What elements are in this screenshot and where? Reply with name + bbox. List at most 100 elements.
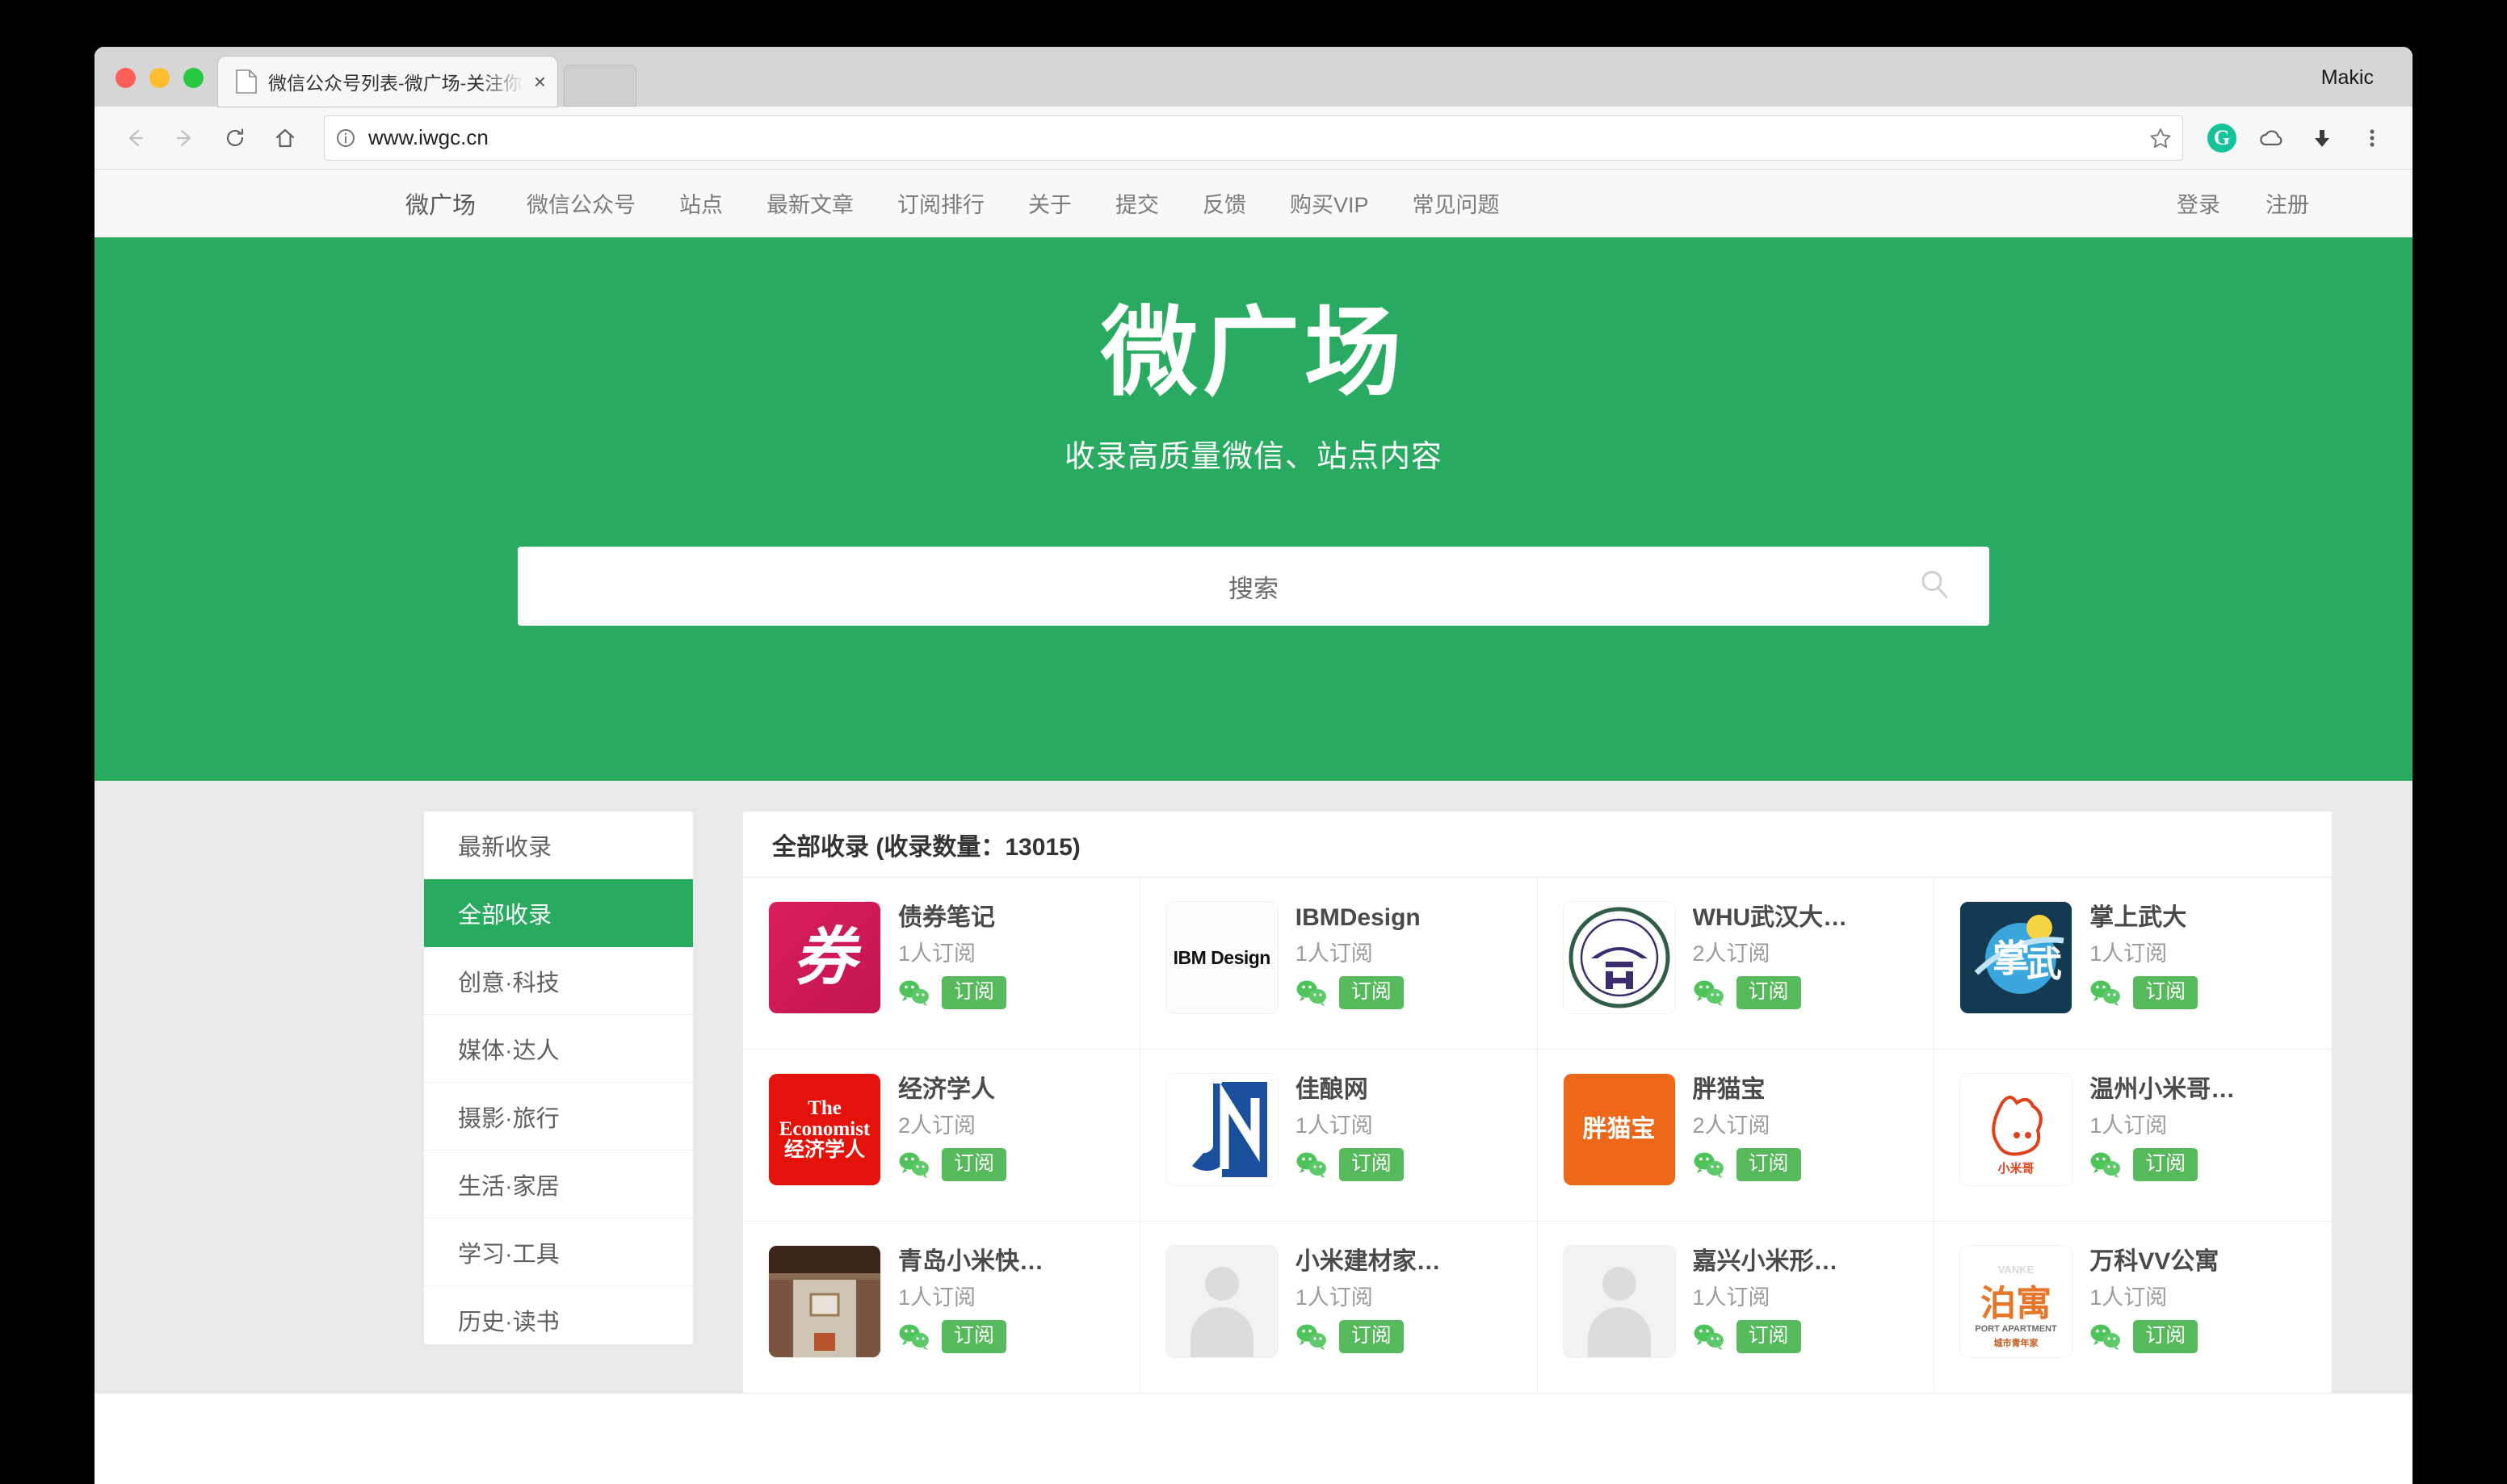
account-logo	[1563, 902, 1675, 1013]
info-icon[interactable]	[334, 127, 357, 149]
subscribe-button[interactable]: 订阅	[1736, 976, 1801, 1010]
account-subscriber-count: 1人订阅	[1692, 1285, 1770, 1310]
subscribe-button[interactable]: 订阅	[2133, 1320, 2198, 1354]
sidebar-item-latest[interactable]: 最新收录	[424, 811, 693, 879]
account-card[interactable]: IBM Design IBMDesign 1人订阅 订阅	[1140, 878, 1538, 1050]
home-icon[interactable]	[262, 115, 308, 161]
account-subscriber-count: 1人订阅	[1295, 1113, 1373, 1138]
search-box[interactable]: 搜索	[518, 547, 1989, 626]
forward-arrow-icon[interactable]	[162, 115, 208, 161]
account-card[interactable]: 小米建材家… 1人订阅 订阅	[1140, 1222, 1538, 1394]
nav-item-about[interactable]: 关于	[1006, 187, 1094, 219]
account-name[interactable]: WHU武汉大…	[1693, 903, 1918, 933]
sidebar-item-study-tools[interactable]: 学习·工具	[424, 1218, 693, 1286]
subscribe-button[interactable]: 订阅	[942, 976, 1007, 1010]
account-card[interactable]: 佳酿网 1人订阅 订阅	[1140, 1050, 1538, 1222]
register-link[interactable]: 注册	[2243, 187, 2332, 219]
login-link[interactable]: 登录	[2154, 187, 2243, 219]
subscribe-button[interactable]: 订阅	[942, 1148, 1007, 1182]
account-card[interactable]: 掌 武 掌上武大 1人订阅 订阅	[1934, 878, 2332, 1050]
page-favicon-icon	[236, 69, 257, 94]
subscribe-button[interactable]: 订阅	[2133, 976, 2198, 1010]
subscribe-button[interactable]: 订阅	[1338, 976, 1404, 1010]
browser-profile-name[interactable]: Makic	[2321, 66, 2374, 90]
subscribe-button[interactable]: 订阅	[942, 1320, 1007, 1354]
address-bar-url: www.iwgc.cn	[368, 125, 489, 149]
grammarly-extension-icon[interactable]: G	[2199, 115, 2245, 161]
account-logo: 胖猫宝	[1563, 1074, 1675, 1185]
account-logo-text: 券	[769, 902, 880, 1013]
close-window-button[interactable]	[115, 68, 136, 88]
account-name[interactable]: 债券笔记	[898, 903, 1123, 933]
page-title: 微广场	[1101, 299, 1406, 407]
browser-tab[interactable]: 微信公众号列表-微广场-关注你 ×	[218, 57, 557, 107]
account-logo-text: 胖猫宝	[1563, 1074, 1675, 1185]
browser-toolbar: www.iwgc.cn G	[94, 107, 2413, 170]
account-card[interactable]: VANKE 泊寓 PORT APARTMENT 城市青年家 万科VV公寓 1人订…	[1934, 1222, 2332, 1394]
nav-item-latest-articles[interactable]: 最新文章	[745, 187, 876, 219]
account-logo-placeholder	[1165, 1246, 1278, 1357]
close-tab-button[interactable]: ×	[527, 71, 546, 92]
account-subscriber-count: 2人订阅	[1692, 1113, 1770, 1138]
account-name[interactable]: IBMDesign	[1295, 903, 1521, 933]
svg-text:泊寓: 泊寓	[1980, 1284, 2051, 1323]
nav-item-subscription-ranking[interactable]: 订阅排行	[876, 187, 1006, 219]
account-subscriber-count: 1人订阅	[898, 941, 976, 966]
svg-text:武: 武	[2026, 945, 2062, 984]
page-subtitle: 收录高质量微信、站点内容	[1064, 440, 1442, 474]
nav-brand-link[interactable]: 微广场	[405, 187, 505, 220]
back-arrow-icon[interactable]	[112, 115, 157, 161]
three-dot-menu-icon[interactable]	[2350, 115, 2395, 161]
new-tab-button[interactable]	[564, 65, 636, 107]
account-name[interactable]: 小米建材家…	[1295, 1247, 1521, 1276]
sidebar-item-media-influencer[interactable]: 媒体·达人	[424, 1015, 693, 1083]
nav-item-wechat-accounts[interactable]: 微信公众号	[505, 187, 657, 219]
subscribe-button[interactable]: 订阅	[1736, 1148, 1801, 1182]
search-icon[interactable]	[1917, 567, 1952, 606]
account-card[interactable]: 券 债券笔记 1人订阅 订阅	[743, 878, 1140, 1050]
subscribe-button[interactable]: 订阅	[2133, 1148, 2198, 1182]
account-card[interactable]: The Economist 经济学人 经济学人 2人订阅 订阅	[743, 1050, 1140, 1222]
account-subscriber-count: 1人订阅	[2089, 1285, 2168, 1310]
account-name[interactable]: 经济学人	[898, 1075, 1123, 1105]
sidebar-item-history-reading[interactable]: 历史·读书	[424, 1286, 693, 1344]
account-name[interactable]: 掌上武大	[2089, 903, 2316, 933]
maximize-window-button[interactable]	[183, 68, 204, 88]
account-card[interactable]: 胖猫宝 胖猫宝 2人订阅 订阅	[1537, 1050, 1935, 1222]
star-icon[interactable]	[2148, 126, 2173, 150]
nav-item-sites[interactable]: 站点	[657, 187, 745, 219]
account-name[interactable]: 温州小米哥…	[2089, 1075, 2316, 1105]
account-name[interactable]: 胖猫宝	[1693, 1075, 1918, 1105]
nav-item-feedback[interactable]: 反馈	[1181, 187, 1268, 219]
subscribe-button[interactable]: 订阅	[1338, 1320, 1404, 1354]
sidebar-item-life-home[interactable]: 生活·家居	[424, 1151, 693, 1218]
account-card[interactable]: 嘉兴小米形… 1人订阅 订阅	[1537, 1222, 1935, 1394]
account-card[interactable]: 青岛小米快… 1人订阅 订阅	[743, 1222, 1140, 1394]
account-name[interactable]: 佳酿网	[1295, 1075, 1521, 1105]
account-name[interactable]: 万科VV公寓	[2089, 1247, 2316, 1276]
minimize-window-button[interactable]	[149, 68, 170, 88]
account-card[interactable]: WHU武汉大… 2人订阅 订阅	[1537, 878, 1935, 1050]
account-name[interactable]: 嘉兴小米形…	[1693, 1247, 1918, 1276]
nav-item-faq[interactable]: 常见问题	[1391, 187, 1522, 219]
nav-item-submit[interactable]: 提交	[1094, 187, 1181, 219]
cloud-icon[interactable]	[2249, 115, 2295, 161]
address-bar[interactable]: www.iwgc.cn	[324, 115, 2183, 161]
account-subscriber-count: 1人订阅	[898, 1285, 976, 1310]
sidebar-item-creative-tech[interactable]: 创意·科技	[424, 947, 693, 1015]
wechat-icon	[1295, 979, 1328, 1007]
account-subscriber-count: 1人订阅	[1295, 1285, 1373, 1310]
sidebar-item-all[interactable]: 全部收录	[424, 879, 693, 947]
subscribe-button[interactable]: 订阅	[1736, 1320, 1801, 1354]
search-input[interactable]: 搜索	[1228, 568, 1279, 605]
subscribe-button[interactable]: 订阅	[1338, 1148, 1404, 1182]
account-logo-text: IBM Design	[1165, 902, 1278, 1013]
account-card[interactable]: 小米哥 温州小米哥… 1人订阅 订阅	[1934, 1050, 2332, 1222]
wechat-icon	[898, 1151, 930, 1179]
download-icon[interactable]	[2299, 115, 2345, 161]
account-name[interactable]: 青岛小米快…	[898, 1247, 1123, 1276]
site-navigation-bar: 微广场 微信公众号 站点 最新文章 订阅排行 关于 提交 反馈 购买VIP 常见…	[94, 170, 2413, 237]
sidebar-item-photo-travel[interactable]: 摄影·旅行	[424, 1083, 693, 1151]
reload-icon[interactable]	[212, 115, 258, 161]
nav-item-buy-vip[interactable]: 购买VIP	[1268, 187, 1391, 219]
